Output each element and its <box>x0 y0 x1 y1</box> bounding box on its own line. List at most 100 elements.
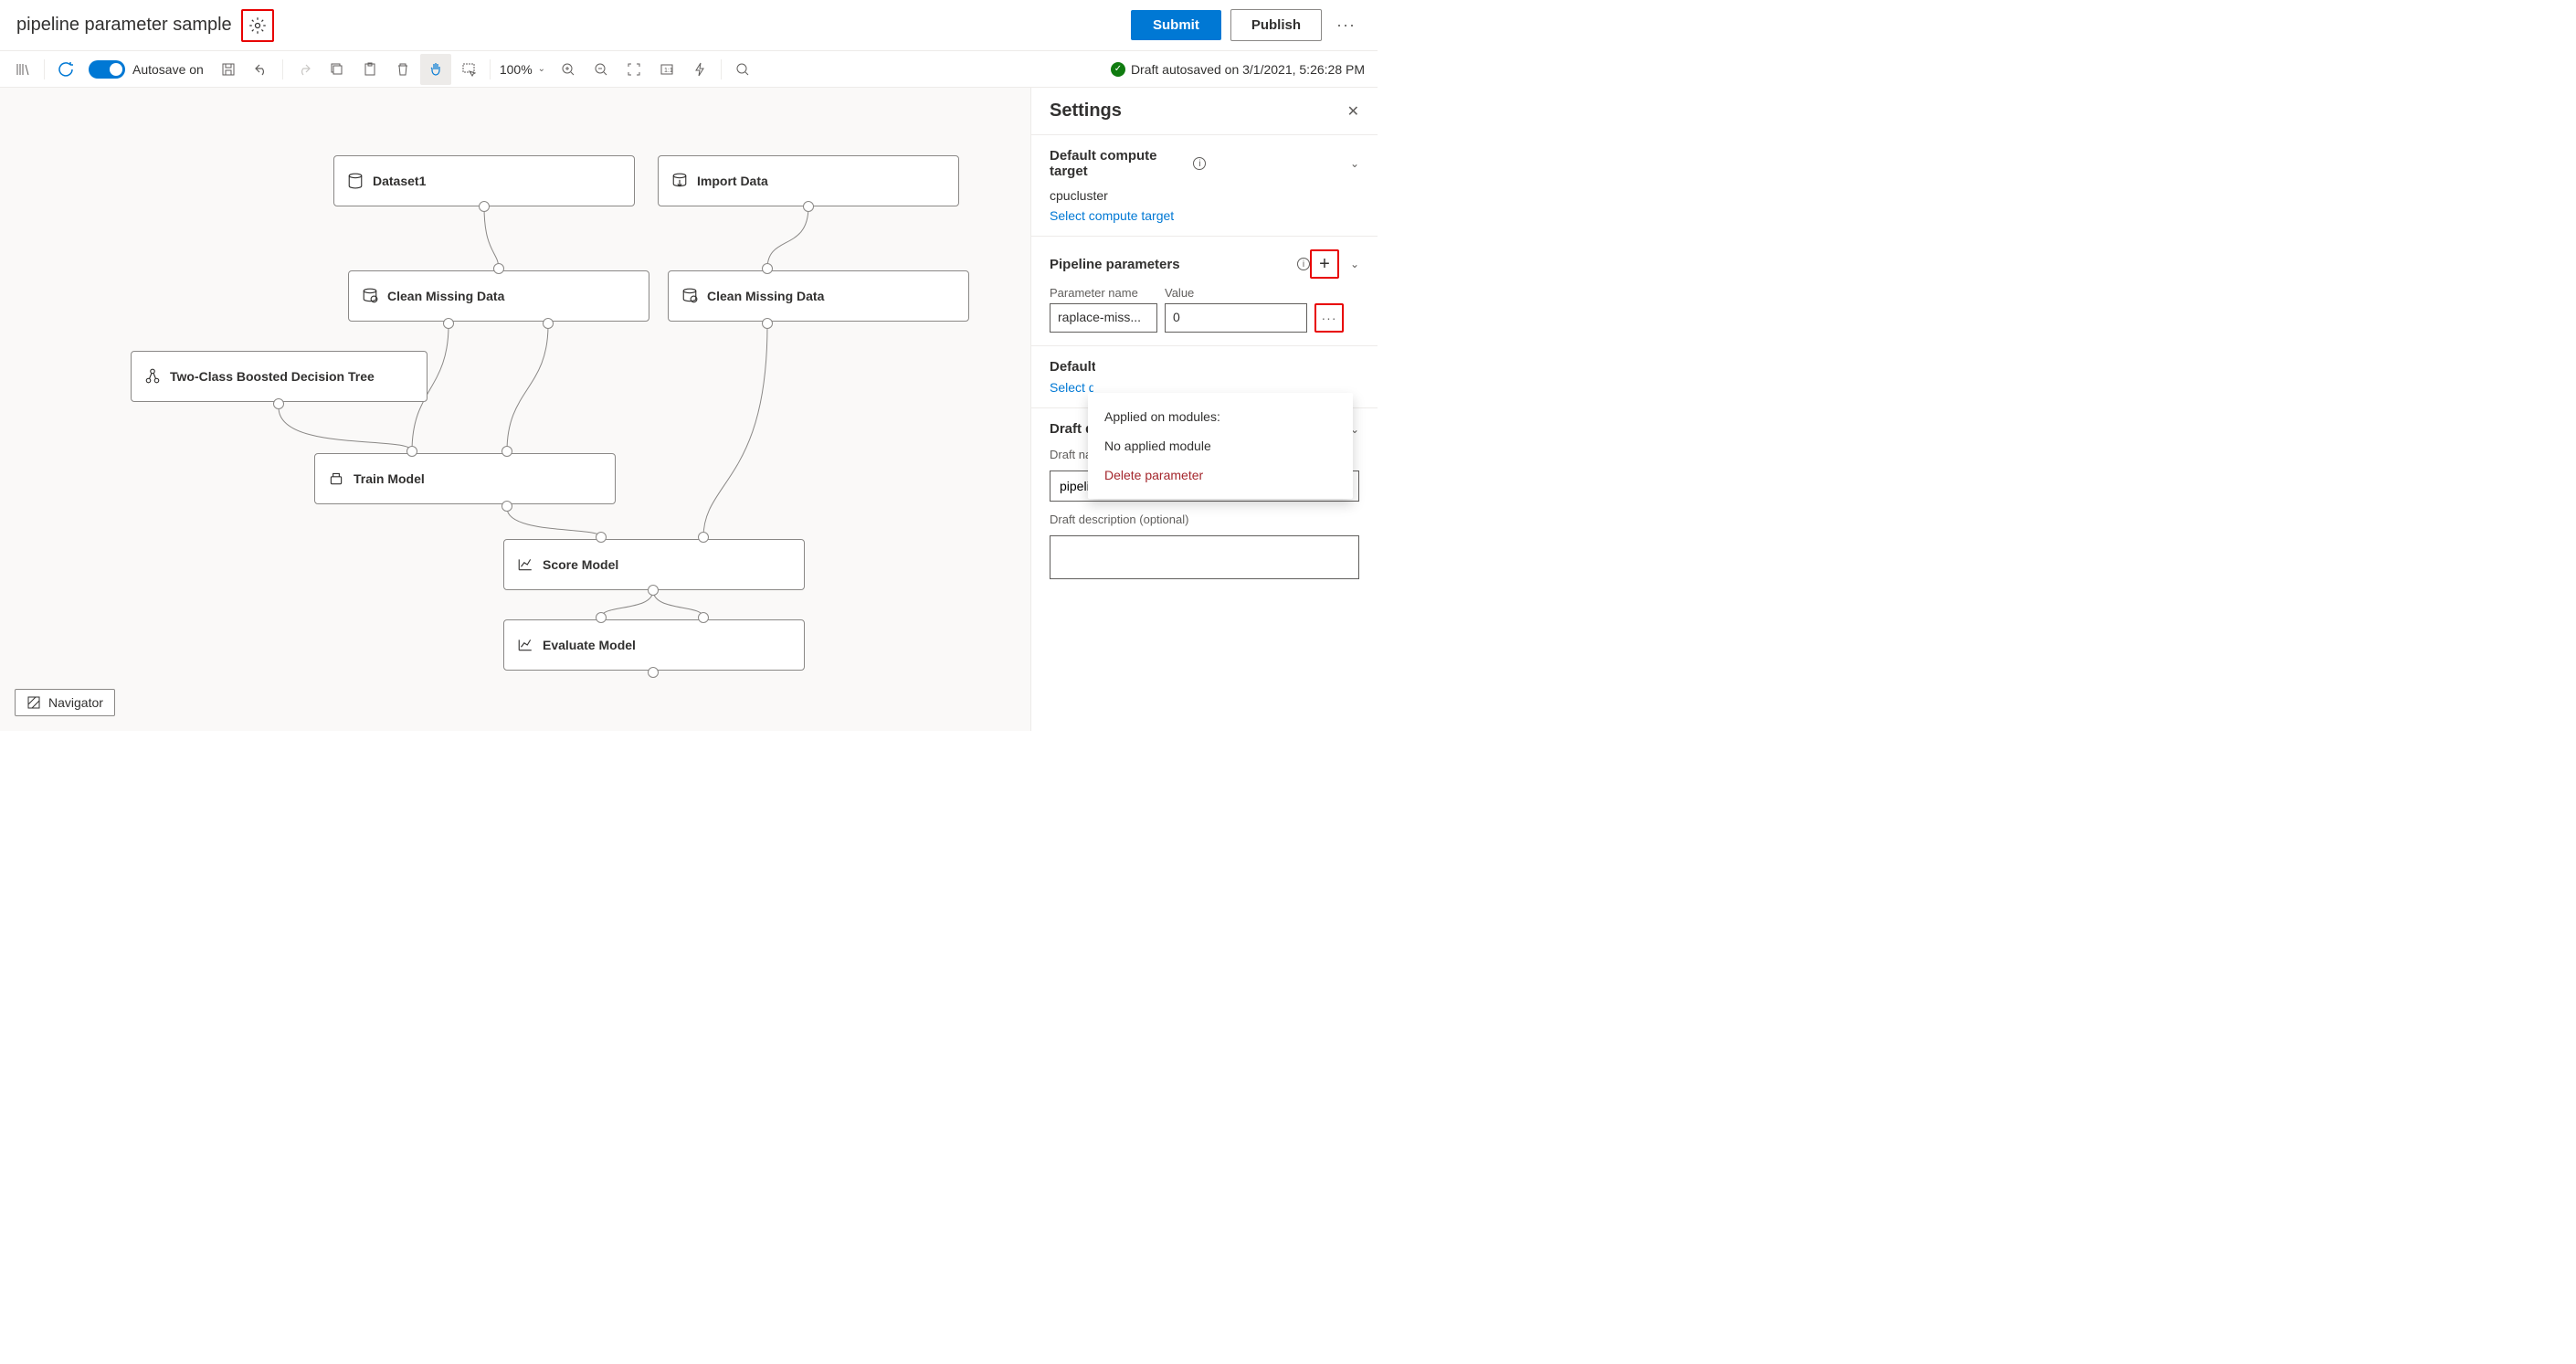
select-icon[interactable] <box>453 54 484 85</box>
node-import-data[interactable]: Import Data <box>658 155 959 206</box>
node-dataset1[interactable]: Dataset1 <box>333 155 635 206</box>
info-icon[interactable]: i <box>1193 157 1206 170</box>
info-icon[interactable]: i <box>1297 258 1310 270</box>
param-name-label: Parameter name <box>1050 286 1157 300</box>
section-pipeline-params: Pipeline parameters i + ⌄ Parameter name… <box>1031 237 1378 346</box>
node-label: Import Data <box>697 174 768 188</box>
header-more-icon[interactable]: ··· <box>1331 10 1361 40</box>
compute-heading: Default compute target <box>1050 148 1188 179</box>
publish-button[interactable]: Publish <box>1230 9 1322 41</box>
database-icon <box>347 173 364 189</box>
node-label: Two-Class Boosted Decision Tree <box>170 369 375 384</box>
save-icon[interactable] <box>213 54 244 85</box>
params-heading: Pipeline parameters <box>1050 257 1292 272</box>
add-parameter-button[interactable]: + <box>1310 249 1339 279</box>
flyout-no-applied: No applied module <box>1088 431 1353 460</box>
close-icon[interactable]: ✕ <box>1347 102 1359 121</box>
search-icon[interactable] <box>727 54 758 85</box>
flyout-delete-parameter[interactable]: Delete parameter <box>1088 460 1353 490</box>
node-evaluate-model[interactable]: Evaluate Model <box>503 619 805 671</box>
flyout-applied-heading: Applied on modules: <box>1088 402 1353 431</box>
redo-icon[interactable] <box>289 54 320 85</box>
node-score-model[interactable]: Score Model <box>503 539 805 590</box>
paste-icon[interactable] <box>354 54 385 85</box>
score-icon <box>517 556 533 573</box>
train-icon <box>328 471 344 487</box>
copy-icon[interactable] <box>322 54 353 85</box>
node-label: Clean Missing Data <box>707 289 824 303</box>
fit-screen-icon[interactable] <box>618 54 649 85</box>
autosave-label: Autosave on <box>132 62 204 77</box>
datastore-heading: Default <box>1050 359 1095 375</box>
port[interactable] <box>443 318 454 329</box>
evaluate-icon <box>517 637 533 653</box>
port[interactable] <box>698 532 709 543</box>
toolbar: Autosave on 100% ⌄ 1:1 ✓ Draft autosaved… <box>0 51 1378 88</box>
autosave-status: ✓ Draft autosaved on 3/1/2021, 5:26:28 P… <box>1111 62 1365 77</box>
select-datastore-link[interactable]: Select d <box>1050 380 1093 395</box>
node-train-model[interactable]: Train Model <box>314 453 616 504</box>
draft-desc-input[interactable] <box>1050 535 1359 579</box>
zoom-level[interactable]: 100% <box>500 62 533 77</box>
param-name-input[interactable]: raplace-miss... <box>1050 303 1157 333</box>
settings-title: Settings <box>1050 100 1347 122</box>
port[interactable] <box>543 318 554 329</box>
clean-icon <box>681 288 698 304</box>
port[interactable] <box>648 667 659 678</box>
port[interactable] <box>596 612 607 623</box>
port[interactable] <box>501 446 512 457</box>
submit-button[interactable]: Submit <box>1131 10 1221 40</box>
node-label: Clean Missing Data <box>387 289 504 303</box>
node-clean-missing-2[interactable]: Clean Missing Data <box>668 270 969 322</box>
node-label: Evaluate Model <box>543 638 636 652</box>
navigator-label: Navigator <box>48 695 103 710</box>
port[interactable] <box>596 532 607 543</box>
clean-icon <box>362 288 378 304</box>
zoom-chevron-icon[interactable]: ⌄ <box>538 64 545 74</box>
check-icon: ✓ <box>1111 62 1125 77</box>
refresh-icon[interactable] <box>50 54 81 85</box>
navigator-icon <box>26 695 41 710</box>
tree-icon <box>144 368 161 385</box>
autosave-toggle[interactable] <box>89 60 125 79</box>
port[interactable] <box>648 585 659 596</box>
library-icon[interactable] <box>7 54 38 85</box>
node-boosted-tree[interactable]: Two-Class Boosted Decision Tree <box>131 351 428 402</box>
port[interactable] <box>698 612 709 623</box>
autorun-icon[interactable] <box>684 54 715 85</box>
chevron-down-icon[interactable]: ⌄ <box>1350 258 1359 270</box>
settings-gear-button[interactable] <box>241 9 274 42</box>
node-clean-missing-1[interactable]: Clean Missing Data <box>348 270 649 322</box>
undo-icon[interactable] <box>246 54 277 85</box>
port[interactable] <box>493 263 504 274</box>
port[interactable] <box>762 318 773 329</box>
port[interactable] <box>501 501 512 512</box>
node-label: Dataset1 <box>373 174 426 188</box>
compute-value: cpucluster <box>1050 188 1359 203</box>
port[interactable] <box>479 201 490 212</box>
section-default-compute: Default compute target i ⌄ cpucluster Se… <box>1031 135 1378 237</box>
gear-icon <box>248 16 267 35</box>
port[interactable] <box>803 201 814 212</box>
port[interactable] <box>762 263 773 274</box>
port[interactable] <box>273 398 284 409</box>
select-compute-link[interactable]: Select compute target <box>1050 208 1359 223</box>
port[interactable] <box>406 446 417 457</box>
param-value-input[interactable]: 0 <box>1165 303 1307 333</box>
zoom-out-icon[interactable] <box>586 54 617 85</box>
param-value-label: Value <box>1165 286 1307 300</box>
param-flyout: Applied on modules: No applied module De… <box>1088 393 1353 499</box>
navigator-button[interactable]: Navigator <box>15 689 115 716</box>
actual-size-icon[interactable]: 1:1 <box>651 54 682 85</box>
settings-panel: Settings ✕ Default compute target i ⌄ cp… <box>1030 88 1378 731</box>
pan-icon[interactable] <box>420 54 451 85</box>
import-icon <box>671 173 688 189</box>
header-bar: pipeline parameter sample Submit Publish… <box>0 0 1378 51</box>
pipeline-title[interactable]: pipeline parameter sample <box>16 15 232 36</box>
zoom-in-icon[interactable] <box>553 54 584 85</box>
svg-text:1:1: 1:1 <box>664 68 673 74</box>
chevron-down-icon[interactable]: ⌄ <box>1350 157 1359 170</box>
delete-icon[interactable] <box>387 54 418 85</box>
param-more-button[interactable]: ··· <box>1314 303 1344 333</box>
node-label: Score Model <box>543 557 618 572</box>
